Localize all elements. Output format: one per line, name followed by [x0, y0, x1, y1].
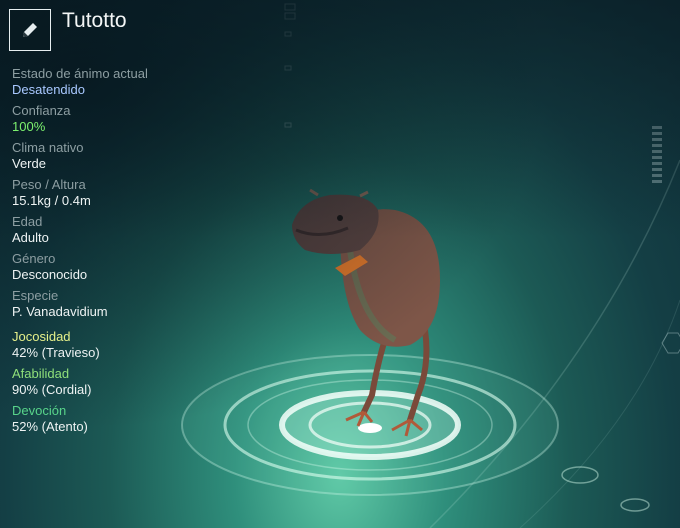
stat-value: Desconocido	[12, 267, 88, 282]
stat-value: Desatendido	[12, 82, 85, 97]
stat-species: Especie P. Vanadavidium	[12, 288, 212, 320]
stat-gender: Género Desconocido	[12, 251, 212, 283]
stat-label: Confianza	[12, 103, 71, 118]
trait-label: Afabilidad	[12, 366, 70, 381]
stat-label: Especie	[12, 288, 59, 303]
trait-value: 52% (Atento)	[12, 419, 88, 434]
stat-climate: Clima nativo Verde	[12, 140, 212, 172]
stat-age: Edad Adulto	[12, 214, 212, 246]
stat-value: Adulto	[12, 230, 49, 245]
creature-traits-list: Jocosidad 42% (Travieso) Afabilidad 90% (Co…	[12, 329, 100, 440]
creature-stats-list: Estado de ánimo actual Desatendido Confian…	[12, 66, 212, 325]
stat-value: P. Vanadavidium	[12, 304, 108, 319]
creature-name: Tutotto	[62, 9, 127, 32]
stat-mood: Estado de ánimo actual Desatendido	[12, 66, 212, 98]
stat-label: Estado de ánimo actual	[12, 66, 148, 81]
trait-label: Jocosidad	[12, 329, 71, 344]
pencil-icon	[23, 23, 37, 37]
trait-friendliness: Afabilidad 90% (Cordial)	[12, 366, 100, 398]
stat-weight: Peso / Altura 15.1kg / 0.4m	[12, 177, 212, 209]
stat-trust: Confianza 100%	[12, 103, 212, 135]
stat-value: Verde	[12, 156, 46, 171]
trait-label: Devoción	[12, 403, 67, 418]
stat-label: Peso / Altura	[12, 177, 86, 192]
stat-label: Edad	[12, 214, 43, 229]
trait-value: 90% (Cordial)	[12, 382, 92, 397]
stat-value: 15.1kg / 0.4m	[12, 193, 91, 208]
edit-name-button[interactable]	[9, 9, 51, 51]
trait-devotion: Devoción 52% (Atento)	[12, 403, 100, 435]
stat-label: Clima nativo	[12, 140, 84, 155]
stat-value: 100%	[12, 119, 46, 134]
trait-value: 42% (Travieso)	[12, 345, 100, 360]
stat-label: Género	[12, 251, 56, 266]
trait-playfulness: Jocosidad 42% (Travieso)	[12, 329, 100, 361]
